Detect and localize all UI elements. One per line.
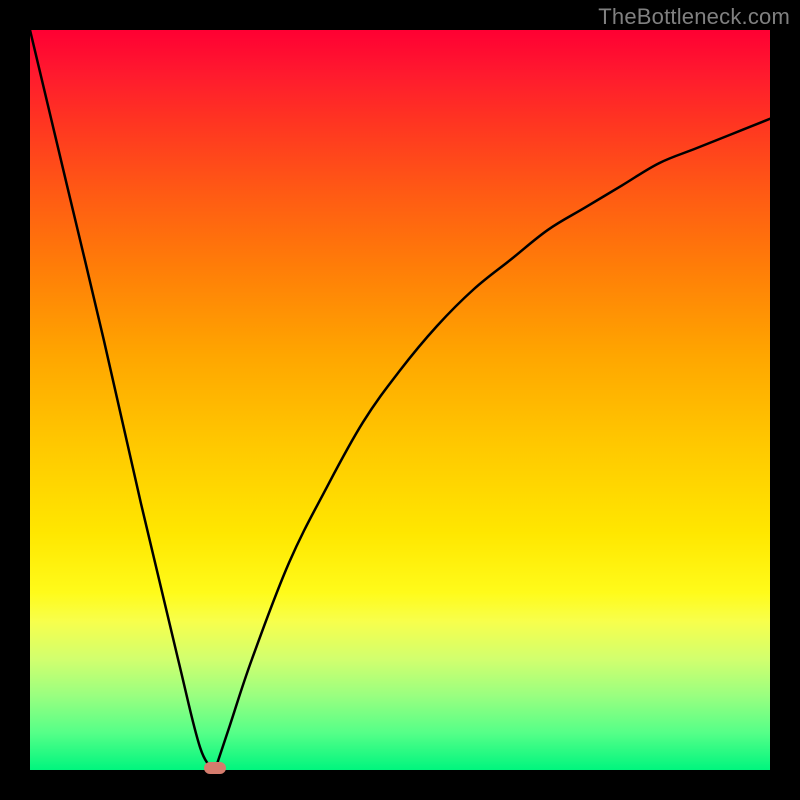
curve-layer xyxy=(30,30,770,770)
bottleneck-marker xyxy=(204,762,226,774)
plot-area xyxy=(30,30,770,770)
curve-right-ascent xyxy=(215,119,770,770)
watermark-text: TheBottleneck.com xyxy=(598,4,790,30)
curve-left-descent xyxy=(30,30,215,770)
chart-root: TheBottleneck.com xyxy=(0,0,800,800)
